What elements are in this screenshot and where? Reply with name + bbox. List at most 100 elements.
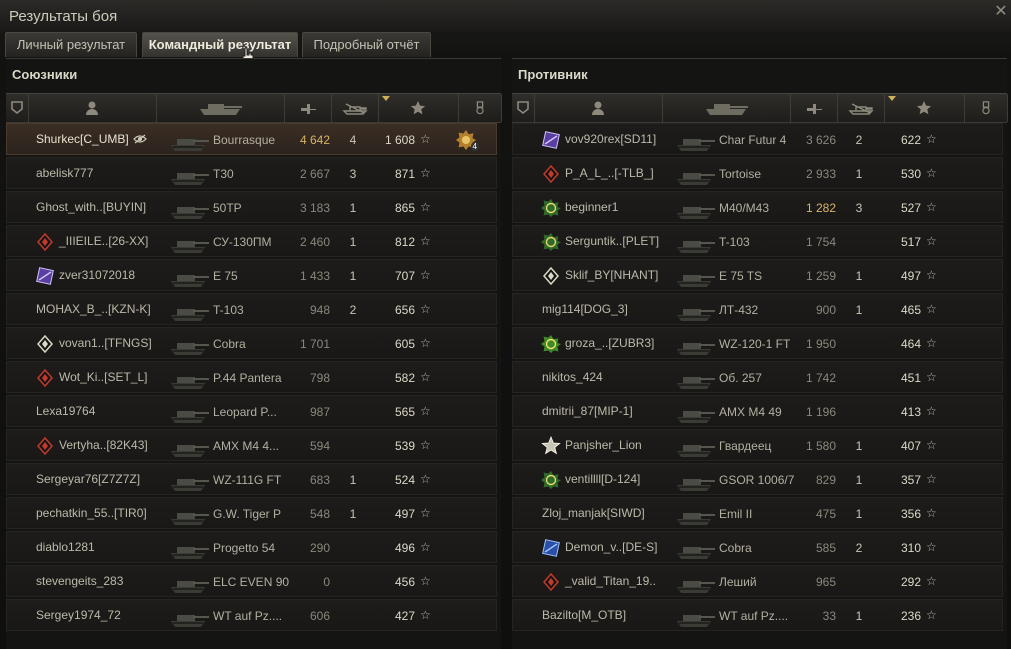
damage-value: 1 701 xyxy=(299,337,330,351)
player-row[interactable]: diablo1281 Progetto 54 290 496 ☆ xyxy=(6,531,497,563)
tank-name: P.44 Pantera xyxy=(213,371,282,385)
tank-thumbnail-icon xyxy=(677,139,715,151)
xp-star-icon: ☆ xyxy=(926,200,937,214)
medal-icon[interactable]: 4 xyxy=(455,129,479,151)
player-row[interactable]: Bazilto[M_OTB] WT auf Pz.... 33 1 236 ☆ xyxy=(512,599,1003,631)
column-header-damage[interactable] xyxy=(284,94,332,122)
xp-star-icon: ☆ xyxy=(926,472,937,486)
kills-value: 1 xyxy=(855,473,863,487)
player-row[interactable]: Lexa19764 Leopard P... 987 565 ☆ xyxy=(6,395,497,427)
xp-value: 539 xyxy=(394,439,415,453)
sort-indicator-icon xyxy=(382,96,390,101)
xp-star-icon: ☆ xyxy=(926,132,937,146)
kills-value: 1 xyxy=(349,507,357,521)
player-row[interactable]: vov920rex[SD11] Char Futur 4 3 626 2 622 ☆ xyxy=(512,123,1003,155)
damage-value: 2 667 xyxy=(299,167,330,181)
player-row[interactable]: pechatkin_55..[TIR0] G.W. Tiger P 548 1 497 ☆ xyxy=(6,497,497,529)
player-row[interactable]: _valid_Titan_19.. Леший 965 292 ☆ xyxy=(512,565,1003,597)
damage-value: 1 196 xyxy=(805,405,836,419)
tank-thumbnail-icon xyxy=(171,479,209,491)
column-header-player[interactable] xyxy=(534,94,663,122)
tank-name: M40/M43 xyxy=(719,201,770,215)
xp-star-icon: ☆ xyxy=(420,540,431,554)
xp-value: 524 xyxy=(394,473,415,487)
column-header-kills[interactable] xyxy=(837,94,885,122)
player-row[interactable]: vovan1..[TFNGS] Cobra 1 701 605 ☆ xyxy=(6,327,497,359)
player-row[interactable]: Sergeyar76[Z7Z7Z] WZ-111G FT 683 1 524 ☆ xyxy=(6,463,497,495)
player-row[interactable]: P_A_L_..[-TLB_] Tortoise 2 933 1 530 ☆ xyxy=(512,157,1003,189)
player-row[interactable]: ventillll[D-124] GSOR 1006/7 829 1 357 ☆ xyxy=(512,463,1003,495)
clan-rank-badge-icon xyxy=(37,368,53,388)
tank-icon xyxy=(200,104,242,115)
xp-value: 427 xyxy=(394,609,415,623)
damage-value: 948 xyxy=(309,303,330,317)
tank-name: ЛТ-432 xyxy=(719,303,759,317)
tank-name: T30 xyxy=(213,167,234,181)
tank-thumbnail-icon xyxy=(171,241,209,253)
close-icon[interactable]: ✕ xyxy=(993,4,1009,20)
damage-value: 829 xyxy=(815,473,836,487)
xp-star-icon: ☆ xyxy=(926,268,937,282)
xp-value: 812 xyxy=(394,235,415,249)
medal-icon xyxy=(981,101,990,115)
player-row[interactable]: beginner1 M40/M43 1 282 3 527 ☆ xyxy=(512,191,1003,223)
player-row[interactable]: Vertyha..[82K43] AMX M4 4... 594 539 ☆ xyxy=(6,429,497,461)
player-row[interactable]: Ghost_with..[BUYIN] 50TP 3 183 1 865 ☆ xyxy=(6,191,497,223)
tank-icon xyxy=(706,104,748,115)
column-header-medal[interactable] xyxy=(458,94,502,122)
column-header-player[interactable] xyxy=(28,94,157,122)
column-header-damage[interactable] xyxy=(790,94,838,122)
column-header-medal[interactable] xyxy=(964,94,1008,122)
player-row[interactable]: Sklif_BY[NHANT] E 75 TS 1 259 1 497 ☆ xyxy=(512,259,1003,291)
player-name: diablo1281 xyxy=(36,540,95,554)
enemies-panel: Противник vov920rex[SD11] Char Futur 4 3 6… xyxy=(512,58,1008,649)
xp-value: 871 xyxy=(394,167,415,181)
tab-detailed-report[interactable]: Подробный отчёт xyxy=(302,32,431,57)
damage-icon xyxy=(806,104,822,114)
player-row[interactable]: Wot_Ki..[SET_L] P.44 Pantera 798 582 ☆ xyxy=(6,361,497,393)
clan-rank-badge-icon xyxy=(543,266,559,286)
column-header-rank[interactable] xyxy=(6,94,29,122)
player-row[interactable]: MOHAX_B_..[KZN-K] T-103 948 2 656 ☆ xyxy=(6,293,497,325)
player-row[interactable]: Sergey1974_72 WT auf Pz.... 606 427 ☆ xyxy=(6,599,497,631)
column-header-kills[interactable] xyxy=(331,94,379,122)
column-header-tank[interactable] xyxy=(156,94,285,122)
column-header-xp-star[interactable] xyxy=(378,94,459,122)
player-row[interactable]: mig114[DOG_3] ЛТ-432 900 1 465 ☆ xyxy=(512,293,1003,325)
xp-star-icon: ☆ xyxy=(420,234,431,248)
player-row[interactable]: Demon_v..[DE-S] Cobra 585 2 310 ☆ xyxy=(512,531,1003,563)
damage-value: 585 xyxy=(815,541,836,555)
tab-team-result[interactable]: Командный результат xyxy=(142,32,298,57)
column-header-rank[interactable] xyxy=(512,94,535,122)
player-row[interactable]: Serguntik..[PLET] T-103 1 754 517 ☆ xyxy=(512,225,1003,257)
kills-value: 3 xyxy=(349,167,357,181)
column-header-xp-star[interactable] xyxy=(884,94,965,122)
player-row[interactable]: stevengeits_283 ELC EVEN 90 0 456 ☆ xyxy=(6,565,497,597)
player-row[interactable]: nikitos_424 Об. 257 1 742 451 ☆ xyxy=(512,361,1003,393)
player-row[interactable]: Zloj_manjak[SIWD] Emil II 475 1 356 ☆ xyxy=(512,497,1003,529)
player-row[interactable]: Panjsher_Lion Гвардеец 1 580 1 407 ☆ xyxy=(512,429,1003,461)
player-row[interactable]: abelisk777 T30 2 667 3 871 ☆ xyxy=(6,157,497,189)
medal-count: 4 xyxy=(470,142,479,151)
tank-thumbnail-icon xyxy=(677,207,715,219)
tab-personal-result[interactable]: Личный результат xyxy=(5,32,137,57)
kills-value: 1 xyxy=(855,609,863,623)
damage-value: 3 626 xyxy=(805,133,836,147)
player-row[interactable]: dmitrii_87[MIP-1] AMX M4 49 1 196 413 ☆ xyxy=(512,395,1003,427)
tank-name: Tortoise xyxy=(719,167,762,181)
tank-name: G.W. Tiger P xyxy=(213,507,282,521)
tank-name: Char Futur 4 xyxy=(719,133,787,147)
xp-value: 530 xyxy=(900,167,921,181)
player-row[interactable]: _IIIEILE..[26-XX] СУ-130ПМ 2 460 1 812 ☆ xyxy=(6,225,497,257)
clan-rank-badge-icon xyxy=(542,131,560,149)
player-row[interactable]: groza_..[ZUBR3] WZ-120-1 FT 1 950 464 ☆ xyxy=(512,327,1003,359)
xp-value: 407 xyxy=(900,439,921,453)
tank-name: WZ-120-1 FT xyxy=(719,337,791,351)
player-name: abelisk777 xyxy=(36,166,94,180)
player-row[interactable]: Shurkec[C_UMB] Bourrasque 4 642 4 1 608 ☆ 4 xyxy=(6,123,497,155)
player-row[interactable]: zver31072018 E 75 1 433 1 707 ☆ xyxy=(6,259,497,291)
column-header-tank[interactable] xyxy=(662,94,791,122)
xp-star-icon xyxy=(916,101,932,115)
xp-star-icon: ☆ xyxy=(420,574,431,588)
tank-name: E 75 xyxy=(213,269,238,283)
